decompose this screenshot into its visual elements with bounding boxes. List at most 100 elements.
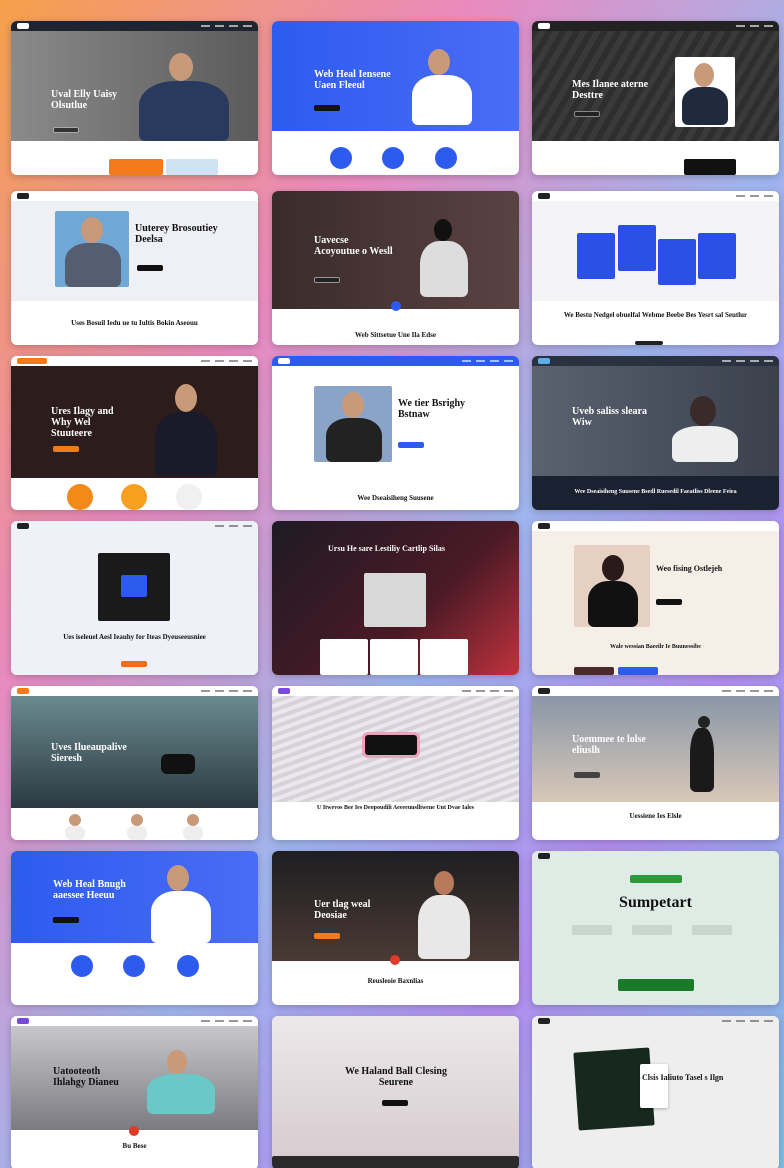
person-image — [131, 51, 241, 141]
nav-bar — [11, 686, 258, 696]
section-title: Ues iseleuel Aesl Ieauhy for Iteas Dyeus… — [63, 633, 206, 641]
hero-title: Uveb saliss sleara Wiw — [572, 406, 647, 428]
info-block — [572, 925, 612, 935]
blue-tile — [658, 239, 696, 285]
template-card[interactable]: Uval Elly Uaisy Olsutlue — [11, 21, 258, 175]
template-card[interactable]: U Itwevos Bee Ies Deopoudili Aeeeeuuslli… — [272, 686, 519, 840]
hero: Mes Ilanee aterne Desttre — [532, 31, 779, 141]
feature-tile — [618, 667, 658, 675]
hero-title: We Haland Ball Clesing Seurene — [345, 1066, 447, 1088]
template-card[interactable]: We Haland Ball Clesing Seurene — [272, 1016, 519, 1168]
feature-image-detail — [121, 575, 147, 597]
dancer-silhouette — [672, 716, 728, 796]
person-image — [141, 861, 221, 943]
nav-bar — [11, 191, 258, 201]
info-block — [692, 925, 732, 935]
hero-button — [398, 442, 424, 448]
section-title: Uses Bosuil Iedu ue tu Iultis Bokin Aseo… — [71, 319, 198, 327]
white-card — [640, 1064, 668, 1108]
hero-button — [53, 446, 79, 452]
feature-image — [364, 573, 426, 627]
hero-title: Ursu He sare Lestiliy Cartlip Silas — [328, 544, 445, 553]
nav-bar — [11, 356, 258, 366]
hero: Uval Elly Uaisy Olsutlue — [11, 31, 258, 141]
hero — [272, 696, 519, 802]
bottom-bar — [635, 341, 663, 345]
feature-tile — [166, 159, 218, 175]
hero-button — [314, 277, 340, 283]
hero: Ursu He sare Lestiliy Cartlip Silas — [272, 521, 519, 675]
hero-button — [314, 105, 340, 111]
play-button[interactable] — [129, 1126, 139, 1136]
hero: Uavecse Acoyoutue o Wesll — [272, 191, 519, 311]
template-card[interactable]: Uavecse Acoyoutue o Wesll Web Sittsetue … — [272, 191, 519, 345]
template-card[interactable]: Ues iseleuel Aesl Ieauhy for Iteas Dyeus… — [11, 521, 258, 675]
nav-bar — [532, 356, 779, 366]
template-card[interactable]: We tier Bsrighy Bstnaw Wee Dseaisiheng S… — [272, 356, 519, 510]
person-image — [670, 392, 740, 462]
template-card[interactable]: Uer tlag weal Deosiae Reusleoie Baxnlias — [272, 851, 519, 1005]
hero — [532, 201, 779, 301]
template-card[interactable]: Web Heal Iensene Uaen Fleeul — [272, 21, 519, 175]
template-card[interactable]: Uves Ilueaupalive Sieresh — [11, 686, 258, 840]
template-card[interactable]: Uveb saliss sleara Wiw Wee Dseaisiheng S… — [532, 356, 779, 510]
template-card[interactable]: Uoemmee te lolse eliuslh Uessiene Ies El… — [532, 686, 779, 840]
section-title: Web Sittsetue Une Ila Edse — [355, 331, 436, 339]
info-block — [632, 925, 672, 935]
hero-title: Clsis Ialiuto Tasel s Ilgn — [642, 1073, 724, 1082]
play-button[interactable] — [390, 955, 400, 965]
person-image — [65, 814, 85, 840]
cta-button[interactable] — [121, 661, 147, 667]
feature-tile — [574, 667, 614, 675]
nav-bar — [11, 521, 258, 531]
nav-bar — [532, 1016, 779, 1026]
person-image — [183, 814, 203, 840]
logo — [17, 23, 29, 29]
section-title: We Bestu Nedgel obuelfal Webme Beebe Bes… — [563, 311, 748, 319]
hero-title: Uval Elly Uaisy Olsutlue — [51, 89, 118, 111]
hero-title: Ures Ilagy and Why Wel Stuuteere — [51, 406, 114, 439]
template-card[interactable]: Ures Ilagy and Why Wel Stuuteere — [11, 356, 258, 510]
cta-button[interactable] — [618, 979, 694, 991]
hero-button — [314, 933, 340, 939]
feature-icon — [121, 484, 147, 510]
feature-card — [320, 639, 368, 675]
hero-title: Uer tlag weal Deosiae — [314, 899, 371, 921]
person-image — [61, 215, 125, 287]
hero-title: We tier Bsrighy Bstnaw — [398, 398, 466, 420]
badge — [630, 875, 682, 883]
template-card[interactable]: Web Heal Bnugh aaessee Heeuu — [11, 851, 258, 1005]
device-image — [161, 754, 195, 774]
person-image — [127, 814, 147, 840]
hero: Uveb saliss sleara Wiw — [532, 366, 779, 476]
template-card[interactable]: Sumpetart — [532, 851, 779, 1005]
template-card[interactable]: Uuterey Brosoutiey Deelsa Uses Bosuil Ie… — [11, 191, 258, 345]
nav-bar — [532, 191, 779, 201]
feature-icon — [71, 955, 93, 977]
nav-bar — [532, 21, 779, 31]
blue-tile — [698, 233, 736, 279]
hero-button — [53, 127, 79, 133]
section-title: Uessiene Ies Elsle — [629, 812, 682, 820]
section-title: Wee Dseaisiheng Suusene — [357, 494, 434, 502]
template-card[interactable]: Ursu He sare Lestiliy Cartlip Silas — [272, 521, 519, 675]
hero-title: Uuterey Brosoutiey Deelsa — [135, 223, 218, 245]
feature-tile — [684, 159, 736, 175]
hero-title: Uves Ilueaupalive Sieresh — [51, 742, 127, 764]
template-card[interactable]: Uatooteoth Ihlahgy Dianeu Bu Bese — [11, 1016, 258, 1168]
play-button[interactable] — [391, 301, 401, 311]
template-card[interactable]: Weo fising Ostlejeh Wale wessian Baeeilr… — [532, 521, 779, 675]
feature-icon — [67, 484, 93, 510]
feature-icon — [177, 955, 199, 977]
template-card[interactable]: Clsis Ialiuto Tasel s Ilgn — [532, 1016, 779, 1168]
hero: We tier Bsrighy Bstnaw — [272, 366, 519, 474]
feature-icon — [176, 484, 202, 510]
hero: Ues iseleuel Aesl Ieauhy for Iteas Dyeus… — [11, 531, 258, 675]
hero-title: Sumpetart — [619, 894, 692, 911]
hero-button — [382, 1100, 408, 1106]
template-card[interactable]: Mes Ilanee aterne Desttre — [532, 21, 779, 175]
template-card[interactable]: We Bestu Nedgel obuelfal Webme Beebe Bes… — [532, 191, 779, 345]
nav-bar — [532, 686, 779, 696]
hero-button — [574, 772, 600, 778]
feature-card — [420, 639, 468, 675]
